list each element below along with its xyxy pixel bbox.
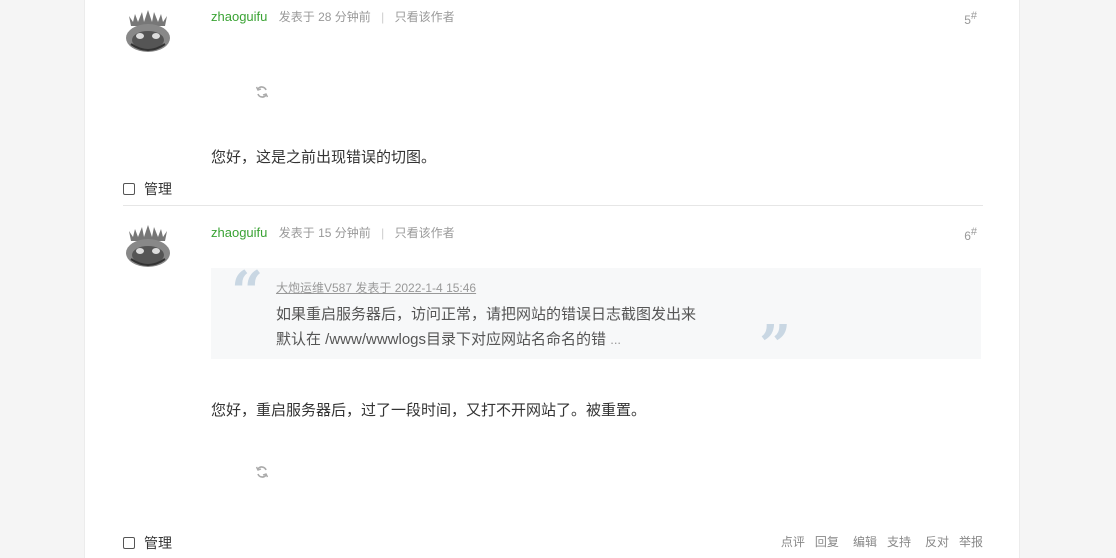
floor-num: 6 — [964, 229, 971, 243]
refresh-icon[interactable] — [255, 465, 269, 479]
checkbox-icon[interactable] — [123, 537, 135, 549]
post-time: 发表于 15 分钟前 — [278, 226, 371, 240]
quote-source-link[interactable]: 大炮运维V587 发表于 2022-1-4 15:46 — [276, 279, 476, 296]
meta-separator: | — [381, 226, 385, 240]
quote-line-1: 如果重启服务器后，访问正常，请把网站的错误日志截图发出来 — [276, 306, 697, 323]
manage-label: 管理 — [144, 535, 172, 551]
quote-text-line: 如果重启服务器后，访问正常，请把网站的错误日志截图发出来 — [276, 303, 696, 324]
quote-ellipsis: ... — [610, 332, 622, 347]
edit-button[interactable]: 编辑 — [853, 533, 877, 550]
floor-mark: # — [970, 226, 977, 238]
comment-button[interactable]: 点评 — [781, 533, 805, 550]
avatar[interactable] — [123, 223, 173, 269]
open-quote-icon: “ — [231, 259, 264, 325]
quote-line-2: 默认在 /www/wwwlogs目录下对应网站名命名的错 — [276, 331, 607, 348]
post-actions: 点评 回复 编辑 支持 反对 举报 — [781, 533, 983, 550]
report-button[interactable]: 举报 — [959, 533, 983, 550]
thread-panel: zhaoguifu 发表于 28 分钟前 | 只看该作者 5# 您好，这是之前出… — [84, 0, 1020, 558]
support-button[interactable]: 支持 — [887, 533, 911, 550]
post-meta: zhaoguifu 发表于 15 分钟前 | 只看该作者 — [211, 224, 455, 241]
manage-checkbox[interactable]: 管理 — [123, 533, 172, 553]
author-link[interactable]: zhaoguifu — [211, 225, 267, 240]
post-content: 您好，重启服务器后，过了一段时间，又打不开网站了。被重置。 — [211, 402, 647, 419]
quote-block: “ 大炮运维V587 发表于 2022-1-4 15:46 如果重启服务器后，访… — [211, 264, 981, 374]
quote-text-line: 默认在 /www/wwwlogs目录下对应网站名命名的错 ... — [276, 328, 621, 349]
oppose-button[interactable]: 反对 — [925, 533, 949, 550]
close-quote-icon: ” — [759, 313, 792, 379]
floor-number[interactable]: 6# — [964, 226, 977, 243]
only-author-link[interactable]: 只看该作者 — [395, 226, 455, 240]
reply-button[interactable]: 回复 — [815, 533, 839, 550]
post-floor-6: zhaoguifu 发表于 15 分钟前 | 只看该作者 6# “ 大炮运维V5… — [85, 0, 1019, 558]
